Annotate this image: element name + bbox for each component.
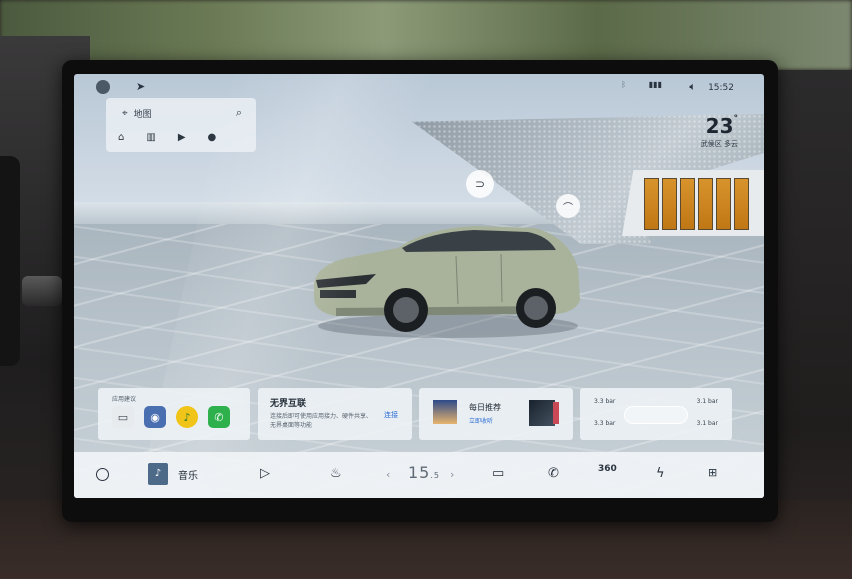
tyre-rear-right: 3.1 bar [696, 420, 718, 427]
daily-listen-link[interactable]: 立即收听 [469, 416, 493, 425]
energy-icon[interactable]: ϟ [656, 466, 665, 481]
camera-360-icon[interactable]: 360 [598, 464, 617, 474]
daily-recommendation-card[interactable]: 每日推荐 立即收听 [419, 388, 573, 440]
camera-app-icon[interactable]: ◉ [144, 406, 166, 428]
phone-icon[interactable]: ✆ [548, 466, 559, 481]
connect-button[interactable]: 连接 [384, 410, 398, 420]
music-thumb-icon[interactable]: ♪ [148, 463, 168, 485]
building-window [662, 178, 677, 230]
home-circle-icon[interactable] [96, 468, 109, 481]
location-icon[interactable]: ● [208, 132, 217, 143]
daily-thumbnail [433, 400, 457, 424]
navigation-arrow-icon[interactable]: ➤ [136, 80, 145, 93]
temperature-display: 15.5 [408, 463, 440, 482]
app-suggestions-title: 应用建议 [112, 396, 137, 403]
app-grid-icon[interactable]: ⊞ [708, 466, 717, 479]
daily-title: 每日推荐 [469, 403, 501, 412]
office-icon[interactable]: ▥ [146, 132, 155, 143]
connect-description: 连接后即可使用应用接力、硬件共享、无界桌面等功能 [270, 413, 373, 429]
search-icon[interactable]: ⌕ [236, 106, 242, 120]
status-time: 15:52 [708, 83, 734, 93]
weather-widget[interactable]: 23° 武侯区 多云 [701, 114, 738, 149]
bottom-dock: ♪ 音乐 ▷ ♨ ‹ 15.5 › ▭ ✆ 360 ϟ ⊞ [74, 452, 764, 498]
connect-card[interactable]: 无界互联 连接后即可使用应用接力、硬件共享、无界桌面等功能 连接 [258, 388, 412, 440]
map-pin-icon: ⌖ [122, 107, 128, 119]
tyre-pressure-card[interactable]: 3.3 bar 3.1 bar 3.3 bar 3.1 bar [580, 388, 732, 440]
tyre-rear-left: 3.3 bar [594, 420, 616, 427]
car-unlock-icon[interactable]: ⊃ [466, 170, 494, 198]
video-icon[interactable]: ▶ [178, 132, 186, 143]
tyre-front-left: 3.3 bar [594, 398, 616, 405]
music-app-icon[interactable]: ♪ [176, 406, 198, 428]
map-widget[interactable]: ⌖ 地图 ⌕ ⌂ ▥ ▶ ● [106, 98, 256, 152]
play-icon[interactable]: ▷ [260, 466, 270, 481]
chevron-right-icon[interactable]: › [450, 468, 454, 481]
building-window [644, 178, 659, 230]
music-label[interactable]: 音乐 [178, 467, 198, 482]
vehicle-3d-model[interactable] [306, 214, 586, 344]
fan-icon[interactable]: ▭ [492, 466, 504, 481]
garage-building [622, 170, 764, 236]
car-app-icon[interactable]: ▭ [112, 406, 134, 428]
building-window [716, 178, 731, 230]
volume-icon[interactable]: 🔈︎ [689, 80, 696, 94]
phone-app-icon[interactable]: ✆ [208, 406, 230, 428]
album-art[interactable] [529, 400, 555, 426]
car-outline-icon [624, 406, 688, 424]
connect-title: 无界互联 [270, 399, 307, 409]
car-trunk-icon[interactable]: ⌒ [556, 194, 580, 218]
album-art-spine [553, 402, 559, 424]
map-search-bar[interactable]: ⌖ 地图 ⌕ [112, 102, 250, 124]
building-window [698, 178, 713, 230]
seat-heat-icon[interactable]: ♨ [330, 466, 342, 481]
vent-knob [22, 276, 62, 306]
chevron-left-icon[interactable]: ‹ [386, 468, 390, 481]
home-icon[interactable]: ⌂ [118, 132, 124, 143]
weather-temperature: 23° [705, 114, 738, 138]
map-shortcuts: ⌂ ▥ ▶ ● [118, 132, 216, 143]
weather-location: 武侯区 多云 [700, 140, 738, 148]
signal-icon: ▮▮▮ [648, 80, 662, 89]
app-suggestions-row: ▭ ◉ ♪ ✆ [112, 406, 230, 428]
building-window [734, 178, 749, 230]
bluetooth-icon: ᛒ [621, 80, 626, 89]
building-window [680, 178, 695, 230]
tyre-front-right: 3.1 bar [696, 398, 718, 405]
app-suggestions-card: 应用建议 ▭ ◉ ♪ ✆ [98, 388, 250, 440]
user-avatar-icon[interactable] [96, 80, 110, 94]
air-vent [0, 156, 20, 366]
infotainment-screen: ⊃ ⌒ ➤ ᛒ ▮▮▮ 🔈︎ 15:52 ⌖ 地图 ⌕ ⌂ ▥ ▶ ● 23° … [74, 74, 764, 498]
map-search-label: 地图 [133, 109, 152, 120]
